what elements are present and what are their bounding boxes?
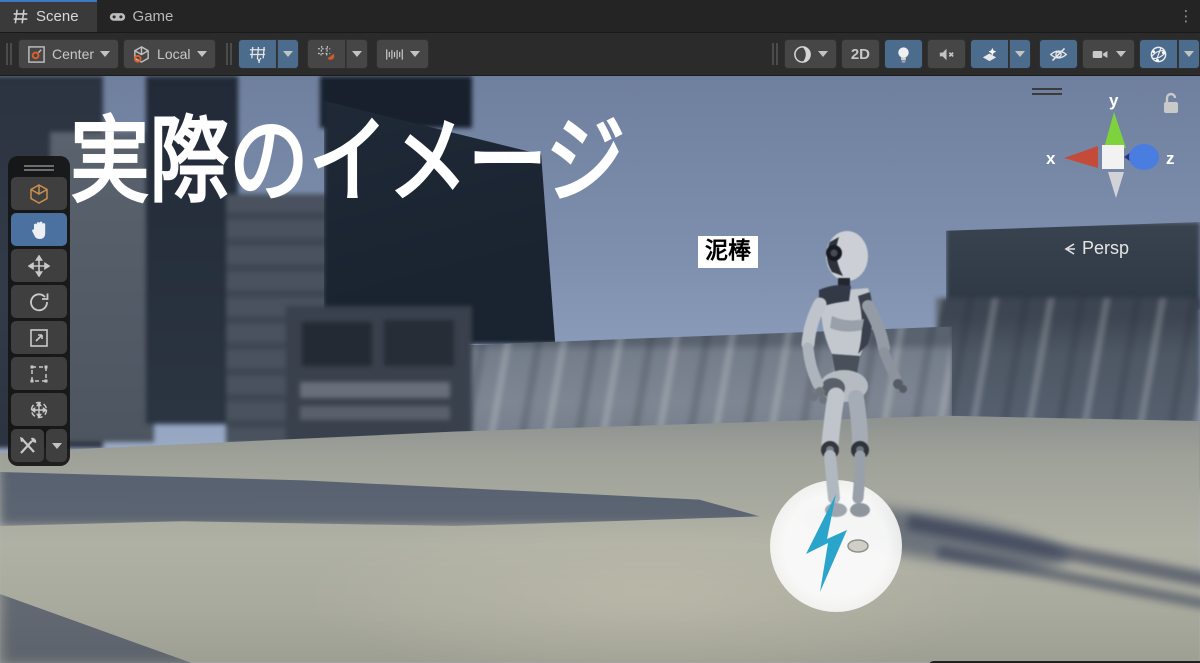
projection-mode-label: Persp [1082, 238, 1129, 259]
orientation-gizmo[interactable]: y x z [1028, 80, 1188, 230]
snap-increment-button[interactable] [376, 39, 429, 69]
effects-dropdown[interactable] [1009, 39, 1031, 69]
tool-custom-dropdown[interactable] [46, 429, 67, 462]
gizmos-dropdown[interactable] [1178, 39, 1200, 69]
lock-icon[interactable] [1164, 94, 1178, 113]
local-cube-icon [132, 45, 151, 64]
tool-rotate[interactable] [11, 285, 67, 318]
axis-y-label[interactable]: y [1109, 91, 1119, 110]
chevron-down-icon [100, 51, 110, 57]
unity-editor-window: Scene Game ⋮ Center [0, 0, 1200, 663]
tool-view[interactable] [11, 177, 67, 210]
audio-muted-icon [937, 45, 956, 64]
chevron-down-icon [283, 51, 293, 57]
tab-game[interactable]: Game [97, 0, 192, 32]
palette-drag-handle[interactable] [11, 162, 67, 174]
chevron-down-icon [352, 51, 362, 57]
chevron-down-icon [1015, 51, 1025, 57]
tab-scene-label: Scene [36, 8, 79, 25]
tool-palette [8, 156, 70, 466]
transform-icon [28, 399, 50, 421]
character-name-label: 泥棒 [698, 236, 758, 268]
pivot-icon [27, 45, 46, 64]
snap-toggle[interactable] [307, 39, 346, 69]
camera-settings-button[interactable] [1082, 39, 1135, 69]
shading-mode-button[interactable] [784, 39, 837, 69]
snap-magnet-icon [317, 45, 336, 64]
tool-hand[interactable] [11, 213, 67, 246]
overlay-caption: 実際のイメージ [70, 84, 625, 221]
view-cube-icon [28, 183, 50, 205]
audio-toggle[interactable] [927, 39, 966, 69]
move-icon [28, 255, 50, 277]
chevron-left-icon [1062, 241, 1078, 257]
toolbar-drag-handle[interactable] [772, 43, 778, 65]
chevron-down-icon [818, 51, 828, 57]
tool-transform[interactable] [11, 393, 67, 426]
chevron-down-icon [410, 51, 420, 57]
tool-custom[interactable] [11, 429, 44, 462]
effects-layers-icon [980, 45, 999, 64]
chevron-down-icon [1116, 51, 1126, 57]
gizmos-sphere-icon [1149, 45, 1168, 64]
building-block [946, 222, 1200, 310]
scene-toolbar: Center Local Y [0, 33, 1200, 76]
svg-text:Y: Y [256, 56, 261, 64]
grid-y-icon: Y [248, 45, 267, 64]
chevron-down-icon [197, 51, 207, 57]
rect-tool-icon [28, 363, 50, 385]
scene-visibility-toggle[interactable] [1039, 39, 1078, 69]
waypoint-arrow-icon [770, 480, 902, 612]
effects-toggle[interactable] [970, 39, 1009, 69]
scale-icon [28, 327, 50, 349]
tab-game-label: Game [133, 8, 174, 25]
gizmos-toggle[interactable] [1139, 39, 1178, 69]
rotate-icon [28, 291, 50, 313]
light-bulb-icon [894, 45, 913, 64]
chevron-down-icon [1184, 51, 1194, 57]
hand-icon [28, 219, 50, 241]
tool-scale[interactable] [11, 321, 67, 354]
scene-grid-icon [12, 8, 29, 25]
axis-x-label[interactable]: x [1046, 149, 1056, 168]
scene-viewport[interactable]: 実際のイメージ 泥棒 y x z Persp [0, 76, 1200, 663]
axis-z-label[interactable]: z [1166, 149, 1175, 168]
orientation-label: Local [157, 46, 190, 62]
shaded-sphere-icon [793, 45, 812, 64]
view-tab-bar: Scene Game ⋮ [0, 0, 1200, 33]
grid-visibility-toggle[interactable]: Y [238, 39, 277, 69]
camera-icon [1091, 45, 1110, 64]
grid-visibility-dropdown[interactable] [277, 39, 299, 69]
increment-ruler-icon [385, 45, 404, 64]
tab-scene[interactable]: Scene [0, 0, 97, 32]
tool-move[interactable] [11, 249, 67, 282]
toolbar-drag-handle[interactable] [6, 43, 12, 65]
tool-rect[interactable] [11, 357, 67, 390]
projection-2d-toggle[interactable]: 2D [841, 39, 880, 69]
pivot-mode-button[interactable]: Center [18, 39, 119, 69]
snap-dropdown[interactable] [346, 39, 368, 69]
chevron-down-icon [52, 443, 62, 449]
tab-overflow-menu-icon[interactable]: ⋮ [1172, 0, 1200, 32]
toolbar-drag-handle[interactable] [226, 43, 232, 65]
signboard-structure [286, 306, 472, 450]
custom-tools-icon [17, 435, 39, 457]
lighting-toggle[interactable] [884, 39, 923, 69]
pivot-mode-label: Center [52, 46, 94, 62]
eye-slash-icon [1049, 45, 1068, 64]
orientation-button[interactable]: Local [123, 39, 215, 69]
gamepad-icon [109, 8, 126, 25]
projection-mode-button[interactable]: Persp [1062, 238, 1129, 259]
2d-label: 2D [851, 46, 870, 63]
